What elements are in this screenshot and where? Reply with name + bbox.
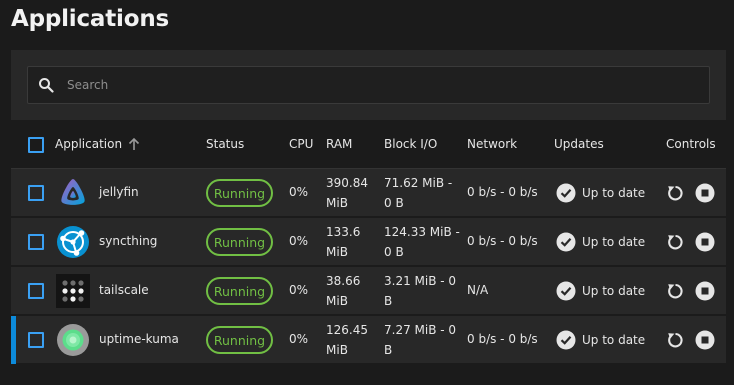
row-checkbox[interactable] — [28, 283, 44, 299]
cpu-value: 0% — [289, 234, 309, 248]
update-status-label: Up to date — [582, 186, 646, 200]
block-io-value: 124.33 MiB - 0 B — [384, 225, 460, 259]
search-input[interactable] — [67, 78, 709, 92]
restart-icon[interactable] — [665, 281, 685, 301]
status-badge: Running — [206, 326, 273, 354]
check-circle-icon — [556, 183, 576, 203]
check-circle-icon — [556, 232, 576, 252]
column-header-cpu[interactable]: CPU — [289, 137, 313, 151]
status-badge: Running — [206, 228, 273, 256]
ram-value: 390.84 MiB — [326, 176, 368, 210]
table-row[interactable]: tailscale Running 0% 38.66 MiB 3.21 MiB … — [11, 267, 726, 315]
app-name[interactable]: uptime-kuma — [99, 332, 179, 346]
app-name[interactable]: jellyfin — [99, 185, 139, 199]
block-io-value: 71.62 MiB - 0 B — [384, 176, 453, 210]
network-value: 0 b/s - 0 b/s — [467, 185, 538, 199]
ram-value: 126.45 MiB — [326, 323, 368, 357]
column-header-status[interactable]: Status — [206, 137, 244, 151]
app-name[interactable]: tailscale — [99, 283, 149, 297]
status-badge: Running — [206, 179, 273, 207]
row-checkbox[interactable] — [28, 234, 44, 250]
update-status-label: Up to date — [582, 235, 646, 249]
search-panel — [11, 50, 726, 120]
column-header-network[interactable]: Network — [467, 137, 517, 151]
stop-icon[interactable] — [695, 330, 715, 350]
ram-value: 133.6 MiB — [326, 225, 361, 259]
ram-value: 38.66 MiB — [326, 274, 361, 308]
network-value: 0 b/s - 0 b/s — [467, 332, 538, 346]
column-header-application-label: Application — [55, 137, 123, 151]
table-row[interactable]: uptime-kuma Running 0% 126.45 MiB 7.27 M… — [11, 316, 726, 364]
column-header-block-io[interactable]: Block I/O — [384, 137, 437, 151]
column-header-ram[interactable]: RAM — [326, 137, 352, 151]
update-status: Up to date — [556, 281, 645, 301]
applications-table: Application Status CPU RAM Block I/O Net… — [11, 120, 726, 365]
column-header-controls: Controls — [666, 137, 716, 151]
app-name[interactable]: syncthing — [99, 234, 157, 248]
table-row[interactable]: syncthing Running 0% 133.6 MiB 124.33 Mi… — [11, 218, 726, 266]
status-badge: Running — [206, 277, 273, 305]
network-value: N/A — [467, 283, 489, 297]
restart-icon[interactable] — [665, 232, 685, 252]
column-header-updates[interactable]: Updates — [554, 137, 604, 151]
search-icon — [38, 77, 54, 93]
column-header-application[interactable]: Application — [55, 137, 140, 151]
sort-ascending-icon[interactable] — [128, 137, 140, 151]
update-status: Up to date — [556, 232, 645, 252]
row-checkbox[interactable] — [28, 185, 44, 201]
table-header: Application Status CPU RAM Block I/O Net… — [11, 120, 726, 169]
jellyfin-logo — [55, 177, 91, 209]
uptime-kuma-logo — [55, 324, 91, 356]
search-box[interactable] — [27, 66, 710, 104]
row-checkbox[interactable] — [28, 332, 44, 348]
table-row[interactable]: jellyfin Running 0% 390.84 MiB 71.62 MiB… — [11, 169, 726, 217]
stop-icon[interactable] — [695, 281, 715, 301]
page-title: Applications — [11, 6, 169, 32]
select-all-checkbox[interactable] — [28, 137, 44, 153]
check-circle-icon — [556, 281, 576, 301]
stop-icon[interactable] — [695, 232, 715, 252]
block-io-value: 7.27 MiB - 0 B — [384, 323, 457, 357]
update-status: Up to date — [556, 330, 645, 350]
update-status-label: Up to date — [582, 284, 646, 298]
cpu-value: 0% — [289, 332, 309, 346]
restart-icon[interactable] — [665, 183, 685, 203]
network-value: 0 b/s - 0 b/s — [467, 234, 538, 248]
block-io-value: 3.21 MiB - 0 B — [384, 274, 457, 308]
update-status: Up to date — [556, 183, 645, 203]
tailscale-logo — [55, 274, 91, 308]
restart-icon[interactable] — [665, 330, 685, 350]
cpu-value: 0% — [289, 185, 309, 199]
cpu-value: 0% — [289, 283, 309, 297]
update-status-label: Up to date — [582, 333, 646, 347]
stop-icon[interactable] — [695, 183, 715, 203]
syncthing-logo — [55, 226, 91, 258]
check-circle-icon — [556, 330, 576, 350]
